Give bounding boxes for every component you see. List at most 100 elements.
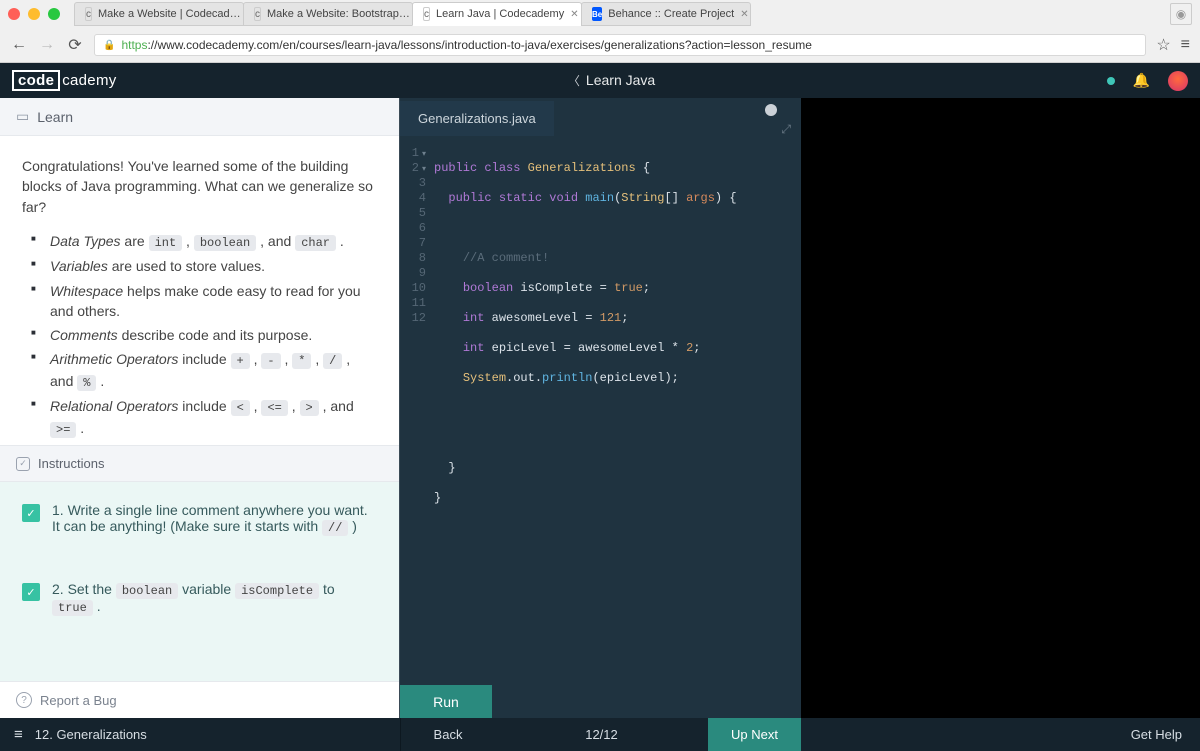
browser-chrome: c Make a Website | Codecad… ✕ c Make a W… xyxy=(0,0,1200,63)
logo-boxed: code xyxy=(12,70,60,91)
code-pill: >= xyxy=(50,422,76,438)
code-pill: // xyxy=(322,520,348,536)
hamburger-icon[interactable]: ≡ xyxy=(14,726,23,743)
code-pill: > xyxy=(300,400,319,416)
bookmark-icon[interactable]: ☆ xyxy=(1156,35,1170,55)
instruction-item: ✓ 2. Set the boolean variable isComplete… xyxy=(22,581,377,615)
file-tab[interactable]: Generalizations.java xyxy=(400,101,554,136)
learn-header[interactable]: ▭ Learn xyxy=(0,98,399,136)
bell-icon[interactable]: 🔔 xyxy=(1133,72,1150,89)
lock-icon: 🔒 xyxy=(103,40,115,51)
run-button[interactable]: Run xyxy=(400,685,492,718)
loading-indicator-icon xyxy=(765,104,777,116)
question-icon: ? xyxy=(16,692,32,708)
list-item: Equality Operators include == and != . xyxy=(28,443,377,445)
code-pill: int xyxy=(149,235,183,251)
browser-tab[interactable]: Be Behance :: Create Project ✕ xyxy=(581,2,751,26)
window-maximize-icon[interactable] xyxy=(48,8,60,20)
tab-label: Learn Java | Codecademy xyxy=(436,8,564,20)
tab-label: Make a Website | Codecad… xyxy=(98,8,241,20)
url-path: ://www.codecademy.com/en/courses/learn-j… xyxy=(147,38,811,52)
code-pill: - xyxy=(261,353,280,369)
url-scheme: https xyxy=(121,38,147,52)
logo[interactable]: codecademy xyxy=(12,70,117,91)
code-pill: <= xyxy=(261,400,287,416)
menu-icon[interactable]: ≡ xyxy=(1181,36,1190,54)
browser-tab[interactable]: c Make a Website: Bootstrap… ✕ xyxy=(243,2,413,26)
code-pill: char xyxy=(295,235,336,251)
favicon-icon: c xyxy=(423,7,430,21)
traffic-lights xyxy=(8,8,60,20)
browser-tab[interactable]: c Make a Website | Codecad… ✕ xyxy=(74,2,244,26)
window-minimize-icon[interactable] xyxy=(28,8,40,20)
list-item: Relational Operators include < , <= , > … xyxy=(28,396,377,439)
list-item: Variables are used to store values. xyxy=(28,256,377,276)
lesson-indicator[interactable]: ≡ 12. Generalizations xyxy=(0,718,400,751)
lesson-bullets: Data Types are int , boolean , and char … xyxy=(28,231,377,445)
instructions-header[interactable]: ✓ Instructions xyxy=(0,445,399,482)
report-bug-link[interactable]: ? Report a Bug xyxy=(0,681,399,718)
list-item: Arithmetic Operators include + , - , * ,… xyxy=(28,349,377,392)
back-button[interactable]: Back xyxy=(400,718,495,751)
back-icon[interactable]: ← xyxy=(10,36,28,54)
line-gutter: 1▾ 2▾ 345 678 9101112 xyxy=(400,146,434,685)
code-pill: % xyxy=(77,375,96,391)
profile-icon[interactable]: ◉ xyxy=(1170,3,1192,25)
logo-text: cademy xyxy=(62,72,116,89)
code-pill: < xyxy=(231,400,250,416)
get-help-button[interactable]: Get Help xyxy=(1117,718,1200,751)
code-editor[interactable]: 1▾ 2▾ 345 678 9101112 public class Gener… xyxy=(400,138,801,685)
favicon-icon: c xyxy=(254,7,261,21)
list-item: Comments describe code and its purpose. xyxy=(28,325,377,345)
breadcrumb-label: Learn Java xyxy=(586,72,655,88)
terminal-panel[interactable] xyxy=(801,98,1200,718)
tab-close-icon[interactable]: ✕ xyxy=(570,9,578,20)
run-row: Run xyxy=(400,685,801,718)
progress-counter: 12/12 xyxy=(495,718,708,751)
code-pill: boolean xyxy=(116,583,178,599)
main: ▭ Learn Congratulations! You've learned … xyxy=(0,98,1200,718)
forward-icon: → xyxy=(38,36,56,54)
browser-tab-active[interactable]: c Learn Java | Codecademy ✕ xyxy=(412,2,582,26)
instructions-label: Instructions xyxy=(38,456,104,471)
code-content[interactable]: public class Generalizations { public st… xyxy=(434,146,801,685)
list-item: Data Types are int , boolean , and char … xyxy=(28,231,377,252)
up-next-button[interactable]: Up Next xyxy=(708,718,801,751)
bottom-bar: ≡ 12. Generalizations Back 12/12 Up Next… xyxy=(0,718,1200,751)
expand-icon[interactable]: ⤢ xyxy=(781,122,791,137)
window-close-icon[interactable] xyxy=(8,8,20,20)
lesson-intro: Congratulations! You've learned some of … xyxy=(22,156,377,217)
code-pill: boolean xyxy=(194,235,256,251)
editor-top: Generalizations.java ⤢ xyxy=(400,98,801,138)
chevron-left-icon: 〈 xyxy=(568,74,580,88)
list-item: Whitespace helps make code easy to read … xyxy=(28,281,377,322)
instruction-text: 2. Set the boolean variable isComplete t… xyxy=(52,581,377,615)
tab-strip: c Make a Website | Codecad… ✕ c Make a W… xyxy=(74,2,1170,26)
checklist-icon: ✓ xyxy=(16,457,30,471)
code-pill: + xyxy=(231,353,250,369)
header-icons: 🔔 xyxy=(1107,71,1188,91)
left-panel: ▭ Learn Congratulations! You've learned … xyxy=(0,98,400,718)
instruction-item: ✓ 1. Write a single line comment anywher… xyxy=(22,502,377,535)
tab-label: Make a Website: Bootstrap… xyxy=(267,8,410,20)
check-icon: ✓ xyxy=(22,583,40,601)
code-pill: isComplete xyxy=(235,583,319,599)
lesson-body: Congratulations! You've learned some of … xyxy=(0,136,399,445)
check-icon: ✓ xyxy=(22,504,40,522)
url-input[interactable]: 🔒 https://www.codecademy.com/en/courses/… xyxy=(94,34,1146,56)
favicon-icon: Be xyxy=(592,7,602,21)
book-icon: ▭ xyxy=(16,108,29,125)
tab-close-icon[interactable]: ✕ xyxy=(740,9,748,20)
url-bar: ← → ⟳ 🔒 https://www.codecademy.com/en/co… xyxy=(0,28,1200,62)
instructions-list: ✓ 1. Write a single line comment anywher… xyxy=(0,482,399,681)
code-pill: true xyxy=(52,600,93,616)
favicon-icon: c xyxy=(85,7,92,21)
report-bug-label: Report a Bug xyxy=(40,693,117,708)
learn-label: Learn xyxy=(37,109,73,125)
reload-icon[interactable]: ⟳ xyxy=(66,36,84,54)
avatar[interactable] xyxy=(1168,71,1188,91)
code-pill: / xyxy=(323,353,342,369)
breadcrumb[interactable]: 〈 Learn Java xyxy=(117,72,1107,89)
editor-panel: Generalizations.java ⤢ 1▾ 2▾ 345 678 910… xyxy=(400,98,801,718)
status-online-icon xyxy=(1107,77,1115,85)
